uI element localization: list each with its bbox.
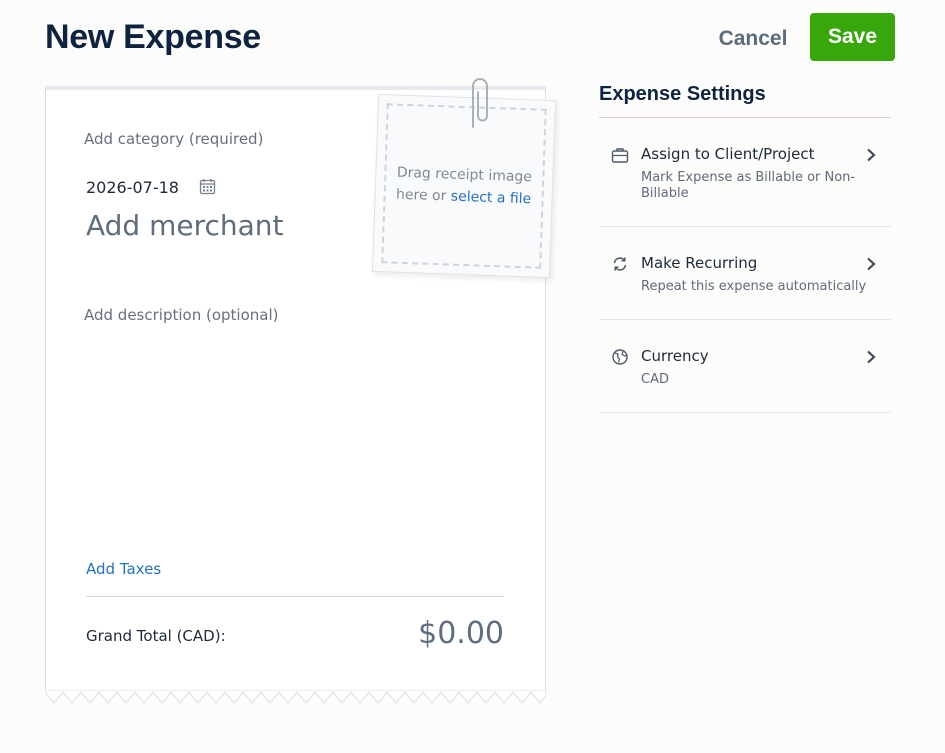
setting-subtitle: Mark Expense as Billable or Non-Billable [641,170,856,201]
settings-title: Expense Settings [599,83,766,105]
total-divider [86,596,504,597]
date-field[interactable]: 2026-07-18 [86,178,179,197]
setting-assign-client[interactable]: Assign to Client/Project Mark Expense as… [599,118,891,227]
briefcase-icon [611,148,629,163]
chevron-right-icon [867,257,876,271]
setting-currency[interactable]: Currency CAD [599,320,891,413]
drop-zone-prefix: here or [395,186,452,205]
select-file-link[interactable]: select a file [451,189,532,208]
setting-title: Assign to Client/Project [641,145,815,163]
drop-zone-text-line2: here or select a file [396,184,532,211]
setting-subtitle: CAD [641,372,669,387]
chevron-right-icon [867,350,876,364]
category-field[interactable]: Add category (required) [84,130,263,148]
add-taxes-link[interactable]: Add Taxes [86,560,161,578]
globe-icon [612,349,628,365]
calendar-icon[interactable] [199,178,216,195]
setting-title: Make Recurring [641,254,758,272]
receipt-torn-edge [45,690,546,704]
grand-total-amount: $0.00 [418,616,504,651]
merchant-field[interactable]: Add merchant [86,209,284,242]
setting-make-recurring[interactable]: Make Recurring Repeat this expense autom… [599,227,891,320]
grand-total-label: Grand Total (CAD): [86,627,226,645]
description-field[interactable]: Add description (optional) [84,306,278,324]
setting-title: Currency [641,347,709,365]
chevron-right-icon [867,148,876,162]
cancel-button[interactable]: Cancel [710,22,796,56]
paperclip-icon [472,78,488,128]
page-title: New Expense [45,18,261,56]
save-button[interactable]: Save [810,13,895,61]
setting-subtitle: Repeat this expense automatically [641,279,867,294]
refresh-icon [613,257,627,271]
